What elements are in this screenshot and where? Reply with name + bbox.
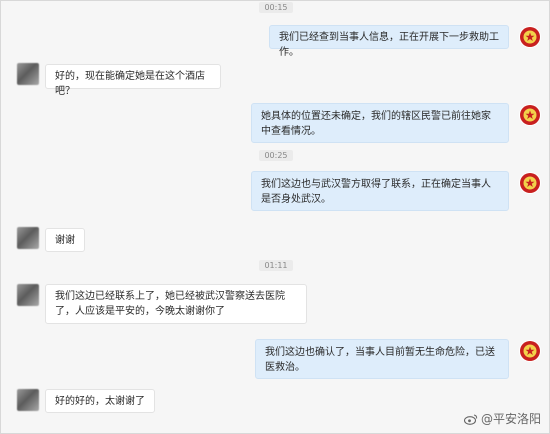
message-text: 我们这边已经联系上了，她已经被武汉警察送去医院了，人应该是平安的，今晚太谢谢你了 xyxy=(55,291,285,317)
message-bubble-sent[interactable]: 我们这边也与武汉警方取得了联系，正在确定当事人是否身处武汉。 xyxy=(251,171,509,211)
message-bubble-sent[interactable]: 我们已经查到当事人信息，正在开展下一步救助工作。 xyxy=(269,25,509,58)
police-badge-icon xyxy=(519,172,541,194)
avatar[interactable] xyxy=(17,284,39,306)
watermark-text: @平安洛阳 xyxy=(480,412,541,426)
message-bubble-received[interactable]: 好的，现在能确定她是在这个酒店吧？ xyxy=(45,64,221,97)
message-bubble-sent[interactable]: 我们这边也确认了，当事人目前暂无生命危险，已送医救治。 xyxy=(255,339,509,379)
avatar[interactable] xyxy=(17,227,39,249)
watermark: @平安洛阳 xyxy=(463,410,541,427)
message-text: 我们已经查到当事人信息，正在开展下一步救助工作。 xyxy=(279,32,499,58)
police-badge-icon xyxy=(519,26,541,48)
message-bubble-received[interactable]: 我们这边已经联系上了，她已经被武汉警察送去医院了，人应该是平安的，今晚太谢谢你了 xyxy=(45,284,307,324)
message-text: 好的好的，太谢谢了 xyxy=(55,396,145,407)
avatar[interactable] xyxy=(17,63,39,85)
police-badge-icon xyxy=(519,104,541,126)
message-bubble-sent[interactable]: 她具体的位置还未确定，我们的辖区民警已前往她家中查看情况。 xyxy=(251,103,509,143)
message-bubble-received[interactable]: 谢谢 xyxy=(45,228,85,252)
timestamp: 00:25 xyxy=(1,150,549,161)
message-text: 我们这边也确认了，当事人目前暂无生命危险，已送医救治。 xyxy=(265,347,495,373)
weibo-logo-icon xyxy=(463,414,478,425)
chat-window: 00:15 我们已经查到当事人信息，正在开展下一步救助工作。 好的，现在能确定她… xyxy=(0,0,550,434)
timestamp: 00:15 xyxy=(1,2,549,13)
police-badge-icon xyxy=(519,340,541,362)
message-text: 她具体的位置还未确定，我们的辖区民警已前往她家中查看情况。 xyxy=(261,111,491,137)
message-text: 好的，现在能确定她是在这个酒店吧？ xyxy=(55,71,205,97)
message-text: 谢谢 xyxy=(55,235,75,246)
timestamp: 01:11 xyxy=(1,260,549,271)
message-text: 我们这边也与武汉警方取得了联系，正在确定当事人是否身处武汉。 xyxy=(261,179,491,205)
avatar[interactable] xyxy=(17,389,39,411)
message-bubble-received[interactable]: 好的好的，太谢谢了 xyxy=(45,389,155,413)
